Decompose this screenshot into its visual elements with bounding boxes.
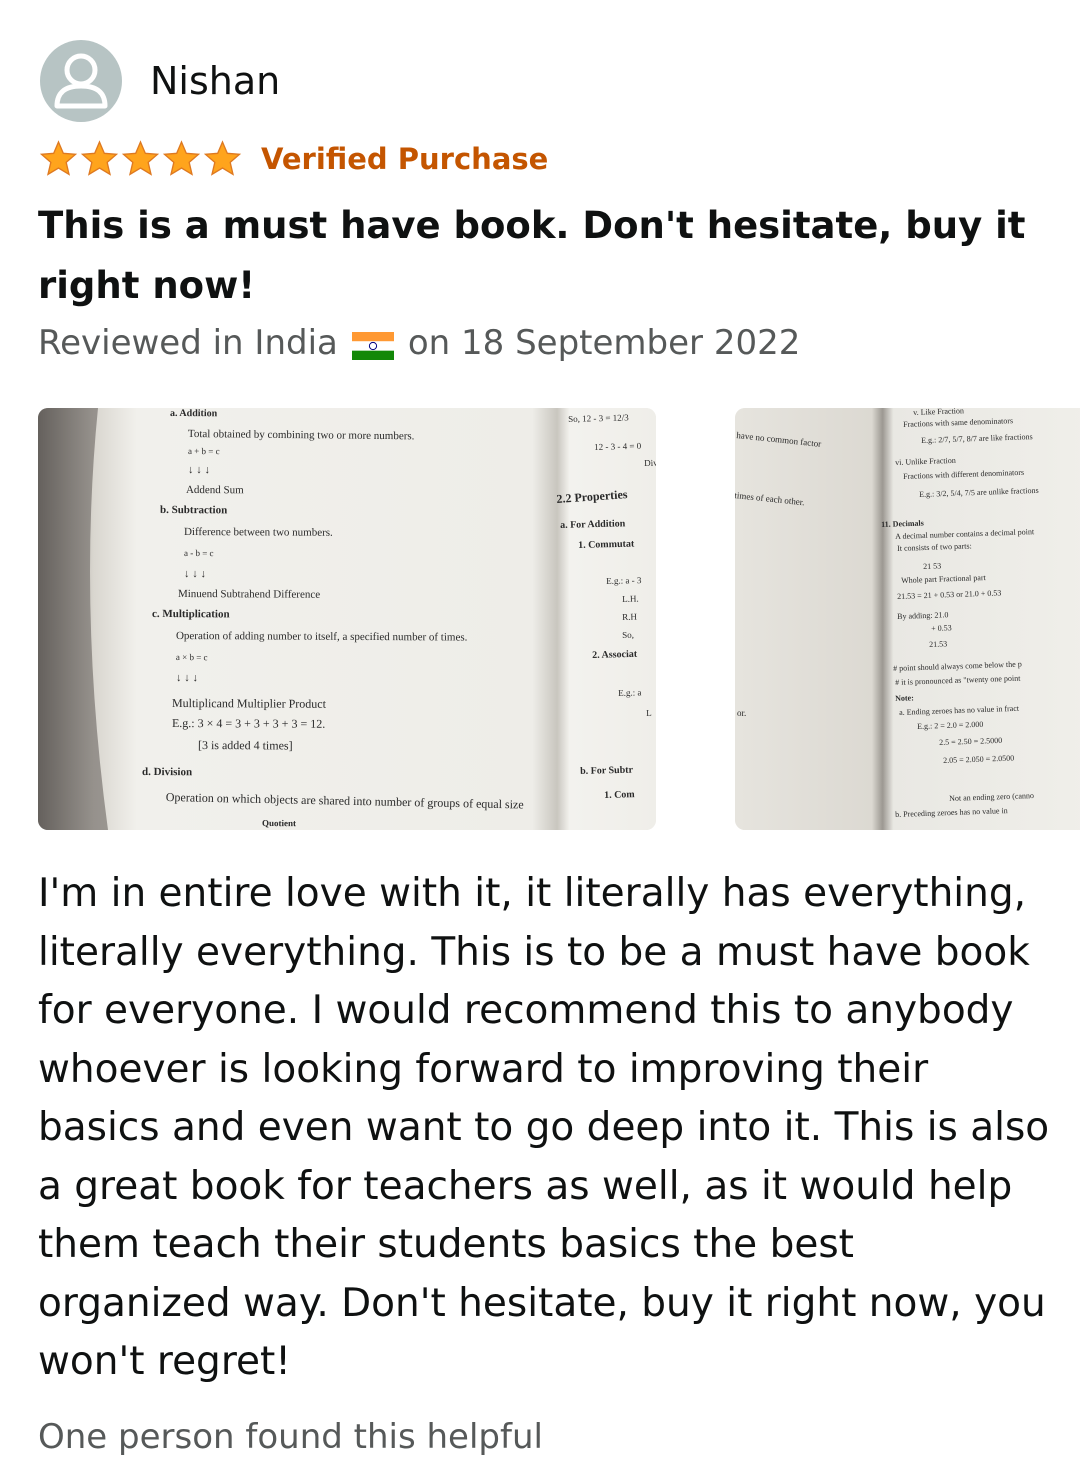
star-rating [38,139,243,179]
book-text-line: Operation of adding number to itself, a … [175,630,468,644]
star-icon [203,140,242,176]
book-text-line: ↓ ↓ ↓ [187,464,210,477]
review-meta: Reviewed in India on 18 September 2022 [38,320,800,366]
book-text-line: 2. Associat [592,648,638,661]
book-text-line: 1. Commutat [578,538,635,551]
review-photo-2[interactable]: have no common factor times of each other… [735,408,1080,830]
reviewer-header[interactable]: Nishan [40,40,280,122]
review-title: This is a must have book. Don't hesitate… [38,204,1026,307]
book-text-line: Quotient [261,818,297,829]
book-text-line: b. Subtraction [159,504,228,517]
book-text-line: L [646,707,652,718]
book-text-line: Div [644,457,656,468]
book-text-line: Addend Sum [185,484,244,497]
review-date: on 18 September 2022 [407,323,801,363]
review-image-gallery[interactable]: a. Addition Total obtained by combining t… [0,408,1080,832]
book-text-line: Multiplicand Multiplier Product [171,696,326,711]
star-icon [39,140,78,176]
book-text-line: a. Addition [169,408,218,420]
book-text-line: ↓ ↓ ↓ [175,672,198,685]
book-text-line: a + b = c [187,446,220,457]
book-text-line: Minuend Subtrahend Difference [177,588,321,601]
book-text-line: a - b = c [183,548,214,559]
star-icon [162,140,201,176]
book-text-line: ↓ ↓ ↓ [183,568,206,581]
book-text-line: L.H. [622,593,639,604]
book-text-line: 21.53 [929,639,948,649]
book-text-line: By adding: 21.0 [897,610,949,621]
review-photo-1[interactable]: a. Addition Total obtained by combining t… [38,408,656,830]
star-icon [121,140,160,176]
reviewer-name[interactable]: Nishan [150,59,280,103]
book-page-background [38,408,656,830]
rating-row: Verified Purchase [38,138,548,180]
book-text-line: R.H [622,611,638,622]
book-text-line: So, [622,629,635,640]
star-icon [80,140,119,176]
book-text-line: Total obtained by combining two or more … [187,428,415,443]
verified-purchase-badge[interactable]: Verified Purchase [261,142,548,176]
book-text-line: d. Division [141,766,193,779]
book-text-line: So, 12 - 3 = 12/3 [568,412,629,424]
book-text-line: + 0.53 [931,623,952,633]
book-text-line: E.g.: a [618,687,642,698]
book-text-line: 21 53 [923,561,942,571]
book-text-line: a × b = c [175,652,208,663]
book-text-line: E.g.: 3 × 4 = 3 + 3 + 3 + 3 = 12. [171,716,326,731]
helpful-count: One person found this helpful [38,1417,543,1457]
book-text-line: Difference between two numbers. [183,526,333,539]
book-text-line: c. Multiplication [151,608,230,621]
book-text-line: E.g.: a - 3 [606,575,642,586]
book-text-line: 1. Com [604,789,635,801]
book-text-line: Note: [895,693,914,703]
book-text-line: 11. Decimals [881,518,924,529]
book-text-line: b. For Subtr [580,764,634,777]
india-flag-icon [351,329,394,360]
book-text-line: a. For Addition [560,518,626,531]
review-body: I'm in entire love with it, it literally… [38,871,1050,1384]
review-location: Reviewed in India [38,323,338,363]
book-text-line: 12 - 3 - 4 = 0 [594,440,642,452]
book-text-line: or. [737,708,747,718]
user-avatar-icon[interactable] [40,40,122,122]
book-text-line: [3 is added 4 times] [197,738,293,753]
